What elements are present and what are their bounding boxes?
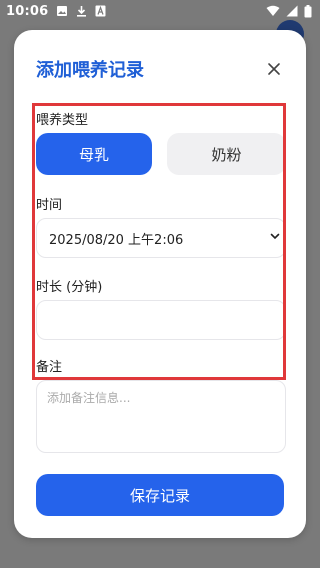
dialog-title: 添加喂养记录 [36,60,144,81]
save-record-button[interactable]: 保存记录 [36,474,284,516]
time-value: 2025/08/20 上午2:06 [49,232,184,248]
signal-icon [286,5,298,17]
add-feeding-record-dialog: 添加喂养记录 喂养类型 母乳 奶粉 时间 2025/08/20 上午2:06 时… [14,30,306,538]
chevron-down-icon [269,230,281,246]
image-icon [56,5,68,17]
time-label: 时间 [36,198,63,213]
status-bar: 10:06 [0,0,320,22]
formula-button[interactable]: 奶粉 [167,133,286,175]
duration-label: 时长 (分钟) [36,280,103,295]
status-time: 10:06 [6,3,49,19]
close-button[interactable] [264,60,284,80]
notes-placeholder: 添加备注信息... [47,391,131,405]
duration-input[interactable] [36,300,286,340]
notes-label: 备注 [36,360,63,375]
battery-icon [304,4,312,18]
close-icon [267,61,281,80]
notes-textarea[interactable]: 添加备注信息... [36,380,286,453]
feeding-type-label: 喂养类型 [36,113,89,128]
wifi-icon [266,5,280,17]
breast-milk-button[interactable]: 母乳 [36,133,152,175]
time-select[interactable]: 2025/08/20 上午2:06 [36,218,286,258]
font-icon [95,5,106,17]
download-icon [76,5,87,17]
